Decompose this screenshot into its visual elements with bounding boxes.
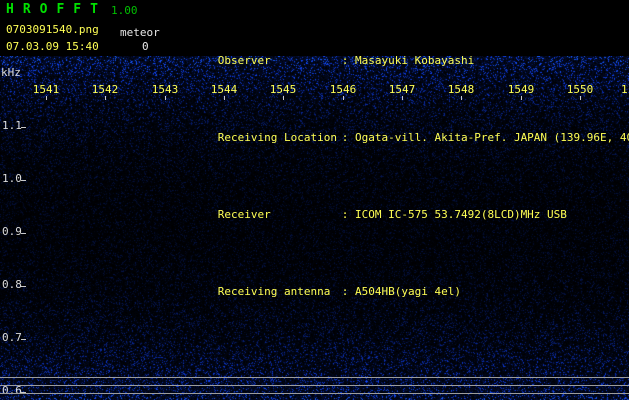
time-tick-label: 1544 bbox=[210, 83, 238, 96]
station-row-value: Ogata-vill. Akita-Pref. JAPAN (139.96E, … bbox=[355, 131, 629, 144]
station-row-label: Observer bbox=[217, 54, 271, 67]
station-row-observer: Observer: Masayuki Kobayashi bbox=[178, 41, 629, 80]
freq-tick-label: 0.7 bbox=[2, 331, 22, 344]
station-row-value: ICOM IC-575 53.7492(8LCD)MHz USB bbox=[355, 208, 567, 221]
time-tick-mark bbox=[165, 96, 166, 100]
meteor-counter-value: 0 bbox=[142, 40, 149, 53]
title-row: HROFFT 1.00 bbox=[6, 2, 137, 17]
time-tick-label-truncated: 1 bbox=[621, 84, 628, 95]
signal-level-trace-line bbox=[0, 393, 629, 394]
time-tick-label: 1546 bbox=[329, 83, 357, 96]
freq-axis-unit-label: kHz bbox=[1, 66, 21, 79]
freq-tick-label: 0.8 bbox=[2, 278, 22, 291]
output-filename: 0703091540.png bbox=[6, 23, 99, 36]
freq-tick-label: 0.9 bbox=[2, 225, 22, 238]
colon-separator: : bbox=[341, 208, 355, 221]
app-version: 1.00 bbox=[110, 4, 138, 17]
freq-tick-mark bbox=[21, 286, 26, 287]
freq-tick-label: 1.1 bbox=[2, 119, 22, 132]
time-tick-mark bbox=[580, 96, 581, 100]
time-tick-mark bbox=[283, 96, 284, 100]
time-tick-mark bbox=[521, 96, 522, 100]
time-tick-label: 1541 bbox=[32, 83, 60, 96]
signal-level-trace-line bbox=[0, 377, 629, 378]
station-row-label: Receiver bbox=[217, 208, 271, 221]
app-title: HROFFT bbox=[6, 2, 107, 17]
colon-separator: : bbox=[341, 131, 355, 144]
station-row-location: Receiving Location: Ogata-vill. Akita-Pr… bbox=[178, 118, 629, 157]
time-tick-label: 1550 bbox=[566, 83, 594, 96]
station-row-value: Masayuki Kobayashi bbox=[355, 54, 475, 67]
time-tick-mark bbox=[461, 96, 462, 100]
station-row-label: Receiving antenna bbox=[217, 285, 331, 298]
station-row-value: A504HB(yagi 4el) bbox=[355, 285, 461, 298]
time-tick-label: 1547 bbox=[388, 83, 416, 96]
freq-tick-mark bbox=[21, 127, 26, 128]
freq-tick-label: 1.0 bbox=[2, 172, 22, 185]
time-tick-label: 1545 bbox=[269, 83, 297, 96]
station-row-receiver: Receiver: ICOM IC-575 53.7492(8LCD)MHz U… bbox=[178, 195, 629, 234]
freq-tick-mark bbox=[21, 339, 26, 340]
time-tick-label: 1543 bbox=[151, 83, 179, 96]
freq-tick-mark bbox=[21, 180, 26, 181]
time-tick-mark bbox=[343, 96, 344, 100]
freq-tick-mark bbox=[21, 233, 26, 234]
station-info: Observer: Masayuki Kobayashi Receiving L… bbox=[178, 3, 629, 349]
hrofft-window: HROFFT 1.00 0703091540.png meteor 07.03.… bbox=[0, 0, 629, 400]
time-tick-mark bbox=[46, 96, 47, 100]
time-tick-label: 1548 bbox=[447, 83, 475, 96]
time-tick-mark bbox=[224, 96, 225, 100]
colon-separator: : bbox=[341, 54, 355, 67]
colon-separator: : bbox=[341, 285, 355, 298]
meteor-counter-label: meteor bbox=[120, 26, 160, 39]
station-row-label: Receiving Location bbox=[217, 131, 337, 144]
time-tick-label: 1542 bbox=[91, 83, 119, 96]
time-tick-mark bbox=[402, 96, 403, 100]
time-tick-label: 1549 bbox=[507, 83, 535, 96]
station-row-antenna: Receiving antenna: A504HB(yagi 4el) bbox=[178, 272, 629, 311]
timestamp: 07.03.09 15:40 bbox=[6, 40, 99, 53]
freq-tick-label: 0.6 bbox=[2, 384, 22, 397]
signal-level-trace-line bbox=[0, 385, 629, 386]
time-tick-mark bbox=[105, 96, 106, 100]
